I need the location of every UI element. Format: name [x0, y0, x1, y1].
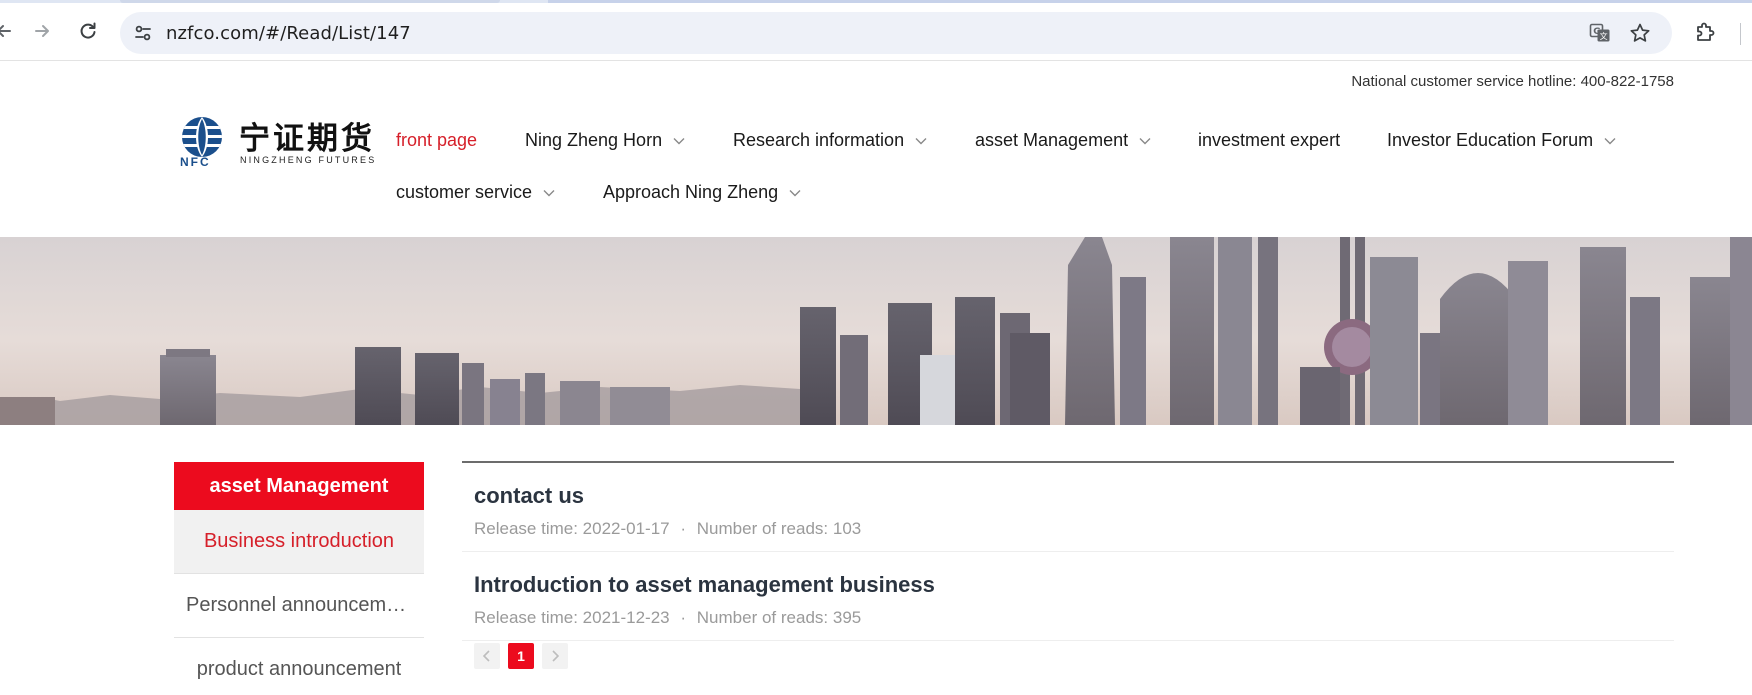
- article-meta: Release time: 2022-01-17 · Number of rea…: [474, 519, 861, 539]
- nav-item-research-information[interactable]: Research information: [733, 130, 928, 151]
- nav-item-label: Research information: [733, 130, 905, 150]
- sidebar-item-business-introduction[interactable]: Business introduction: [174, 510, 424, 574]
- nfc-logo-mark: NFC: [180, 117, 222, 167]
- sidebar: asset Management Business introduction P…: [174, 462, 424, 695]
- sidebar-item-label: product announcement: [196, 658, 402, 680]
- chevron-down-icon: [542, 186, 556, 200]
- chevron-down-icon: [914, 134, 928, 148]
- browser-toolbar: nzfco.com/#/Read/List/147 G 文: [0, 3, 1752, 61]
- address-bar[interactable]: nzfco.com/#/Read/List/147 G 文: [120, 12, 1672, 54]
- translate-icon: G 文: [1589, 23, 1610, 42]
- nav-item-ning-zheng-horn[interactable]: Ning Zheng Horn: [525, 130, 686, 151]
- forward-button[interactable]: [24, 13, 60, 49]
- release-date: 2022-01-17: [582, 519, 670, 538]
- list-item: contact us Release time: 2022-01-17 · Nu…: [462, 463, 1674, 552]
- skyline-banner: [0, 237, 1752, 425]
- reads-label: Number of reads:: [696, 519, 829, 538]
- chevron-down-icon: [1138, 134, 1152, 148]
- back-button[interactable]: [0, 13, 22, 49]
- skyline-image: [0, 237, 1752, 425]
- next-page-button[interactable]: [542, 643, 568, 669]
- arrow-right-icon: [35, 25, 49, 37]
- nav-item-investor-education-forum[interactable]: Investor Education Forum: [1387, 130, 1617, 151]
- meta-separator: ·: [680, 608, 687, 627]
- article-meta: Release time: 2021-12-23 · Number of rea…: [474, 608, 861, 628]
- article-list: contact us Release time: 2022-01-17 · Nu…: [462, 461, 1674, 669]
- toolbar-divider: [1740, 23, 1741, 45]
- chevron-left-icon: [482, 650, 490, 662]
- page-number-button[interactable]: 1: [508, 643, 534, 669]
- nav-item-label: Approach Ning Zheng: [603, 182, 779, 202]
- hotline-text: National customer service hotline: 400-8…: [1351, 73, 1674, 90]
- reads-count: 103: [832, 519, 862, 538]
- svg-text:文: 文: [1600, 31, 1608, 41]
- nav-item-label: Ning Zheng Horn: [525, 130, 663, 150]
- article-title-link[interactable]: Introduction to asset management busines…: [474, 572, 935, 598]
- prev-page-button[interactable]: [474, 643, 500, 669]
- nav-item-label: customer service: [396, 182, 533, 202]
- url-text[interactable]: nzfco.com/#/Read/List/147: [166, 23, 411, 44]
- puzzle-icon: [1697, 22, 1715, 41]
- star-icon: [1630, 23, 1650, 42]
- translate-button[interactable]: G 文: [1588, 21, 1612, 45]
- list-item: Introduction to asset management busines…: [462, 552, 1674, 641]
- nav-item-label: investment expert: [1198, 130, 1341, 150]
- chevron-right-icon: [552, 650, 560, 662]
- chevron-down-icon: [672, 134, 686, 148]
- logo-mark-text: NFC: [180, 155, 211, 167]
- article-title-link[interactable]: contact us: [474, 483, 584, 509]
- nav-item-approach-ning-zheng[interactable]: Approach Ning Zheng: [603, 182, 802, 203]
- site-info-button[interactable]: [130, 20, 156, 46]
- bookmark-button[interactable]: [1628, 21, 1652, 45]
- release-label: Release time:: [474, 519, 578, 538]
- nav-item-label: Investor Education Forum: [1387, 130, 1594, 150]
- sidebar-title: asset Management: [174, 462, 424, 510]
- sidebar-item-product-announcement[interactable]: product announcement: [174, 638, 424, 695]
- release-label: Release time:: [474, 608, 578, 627]
- nav-item-label: front page: [396, 130, 478, 150]
- logo-english-name: NINGZHENG FUTURES: [240, 155, 377, 165]
- arrow-left-icon: [0, 25, 11, 37]
- nav-item-label: asset Management: [975, 130, 1129, 150]
- pagination: 1: [474, 643, 568, 669]
- reads-count: 395: [832, 608, 862, 627]
- extensions-button[interactable]: [1692, 18, 1720, 46]
- sidebar-item-label: Personnel announcement: [186, 594, 412, 616]
- nav-item-customer-service[interactable]: customer service: [396, 182, 556, 203]
- nav-item-asset-management[interactable]: asset Management: [975, 130, 1152, 151]
- sidebar-item-personnel-announcement[interactable]: Personnel announcement: [174, 574, 424, 638]
- sidebar-item-label: Business introduction: [203, 530, 395, 552]
- logo-chinese-name: 宁证期货: [239, 121, 375, 157]
- chevron-down-icon: [788, 186, 802, 200]
- reload-button[interactable]: [70, 13, 106, 49]
- nav-item-front-page[interactable]: front page: [396, 130, 477, 151]
- reads-label: Number of reads:: [696, 608, 829, 627]
- release-date: 2021-12-23: [582, 608, 670, 627]
- reload-icon: [80, 22, 96, 39]
- chevron-down-icon: [1603, 134, 1617, 148]
- site-logo[interactable]: NFC 宁证期货 NINGZHENG FUTURES: [174, 113, 374, 169]
- tune-icon: [135, 25, 151, 41]
- nav-item-investment-expert[interactable]: investment expert: [1198, 130, 1340, 151]
- meta-separator: ·: [680, 519, 687, 538]
